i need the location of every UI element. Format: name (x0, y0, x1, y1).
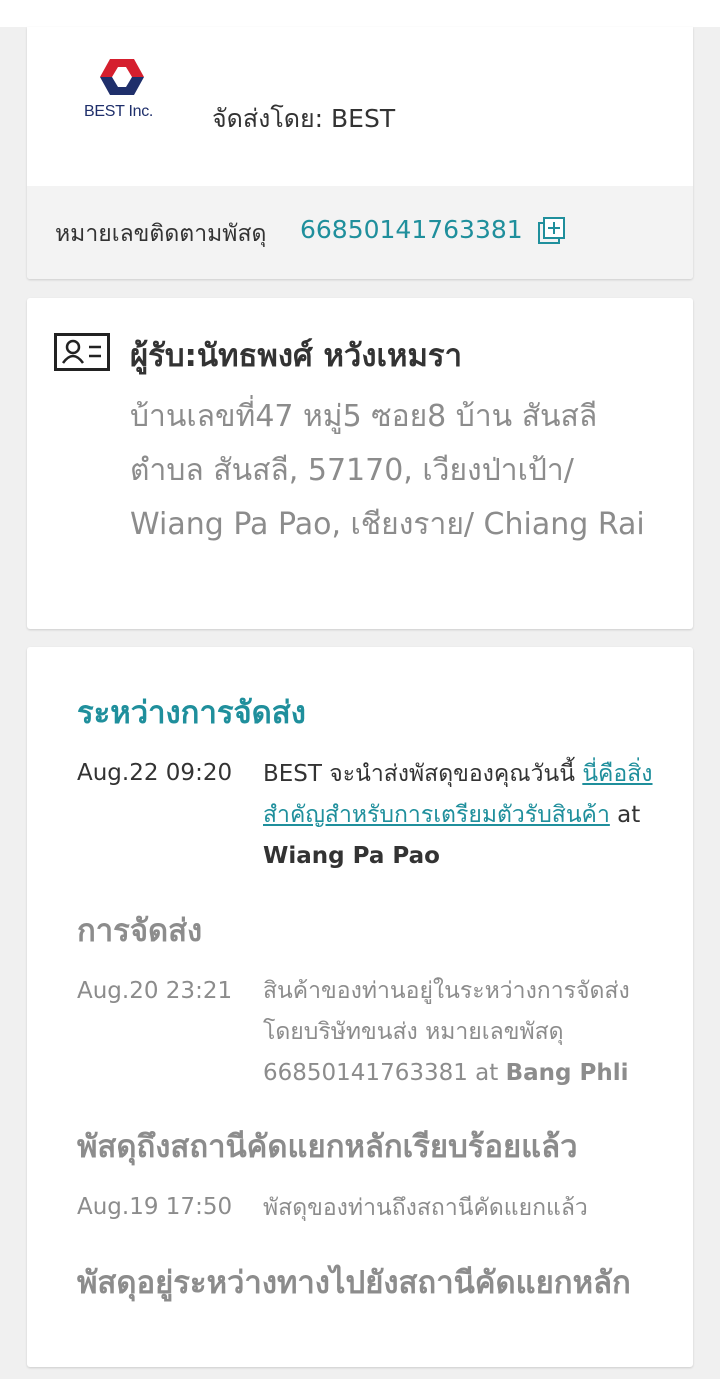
timeline-status-title: พัสดุถึงสถานีคัดแยกหลักเรียบร้อยแล้ว (77, 1129, 578, 1165)
timeline-status: การจัดส่ง (77, 905, 657, 957)
timeline-description-text: BEST จะนำส่งพัสดุของคุณวันนี้ (263, 761, 583, 787)
tracking-row: หมายเลขติดตามพัสดุ 66850141763381 (27, 186, 693, 279)
timeline-location: Wiang Pa Pao (263, 843, 440, 869)
top-strip (0, 0, 720, 27)
carrier-card: BEST Inc. จัดส่งโดย: BEST หมายเลขติดตามพ… (27, 27, 693, 279)
timeline-status-title: ระหว่างการจัดส่ง (77, 695, 306, 731)
logo-text: BEST Inc. (84, 103, 154, 120)
shipped-by-label: จัดส่งโดย: BEST (212, 104, 396, 133)
recipient-address: บ้านเลขที่47 หมู่5 ซอย8 บ้าน สันสลี ตำบล… (130, 399, 645, 542)
contact-card-icon (54, 333, 110, 371)
best-logo: BEST Inc. (84, 57, 170, 127)
tracking-number[interactable]: 66850141763381 (300, 215, 523, 244)
best-logo-icon (100, 59, 144, 95)
timeline-location: Bang Phli (505, 1060, 629, 1086)
recipient-card: ผู้รับ:นัทธพงศ์ หวังเหมรา บ้านเลขที่47 ห… (27, 298, 693, 629)
timeline-status: ระหว่างการจัดส่ง (77, 687, 657, 739)
recipient-name: ผู้รับ:นัทธพงศ์ หวังเหมรา (130, 338, 462, 374)
timeline-status: พัสดุถึงสถานีคัดแยกหลักเรียบร้อยแล้ว (77, 1121, 657, 1173)
timeline-time: Aug.22 09:20 (77, 760, 233, 786)
timeline-description: BEST จะนำส่งพัสดุของคุณวันนี้ นี่คือสิ่ง… (263, 754, 655, 877)
tracking-timeline-card: ระหว่างการจัดส่ง Aug.22 09:20 BEST จะนำส… (27, 647, 693, 1367)
timeline-time: Aug.20 23:21 (77, 978, 233, 1004)
timeline-status: พัสดุอยู่ระหว่างทางไปยังสถานีคัดแยกหลัก (77, 1257, 657, 1309)
timeline-description: สินค้าของท่านอยู่ในระหว่างการจัดส่งโดยบร… (263, 971, 655, 1094)
timeline-status-title: การจัดส่ง (77, 913, 203, 949)
timeline-description: พัสดุของท่านถึงสถานีคัดแยกแล้ว (263, 1195, 588, 1221)
tracking-label: หมายเลขติดตามพัสดุ (55, 221, 267, 247)
carrier-header: BEST Inc. จัดส่งโดย: BEST (27, 27, 693, 186)
timeline-at: at (609, 802, 641, 828)
timeline-at: at (467, 1060, 506, 1086)
timeline-status-title: พัสดุอยู่ระหว่างทางไปยังสถานีคัดแยกหลัก (77, 1265, 631, 1301)
timeline-time: Aug.19 17:50 (77, 1194, 233, 1220)
copy-icon[interactable] (537, 216, 567, 246)
